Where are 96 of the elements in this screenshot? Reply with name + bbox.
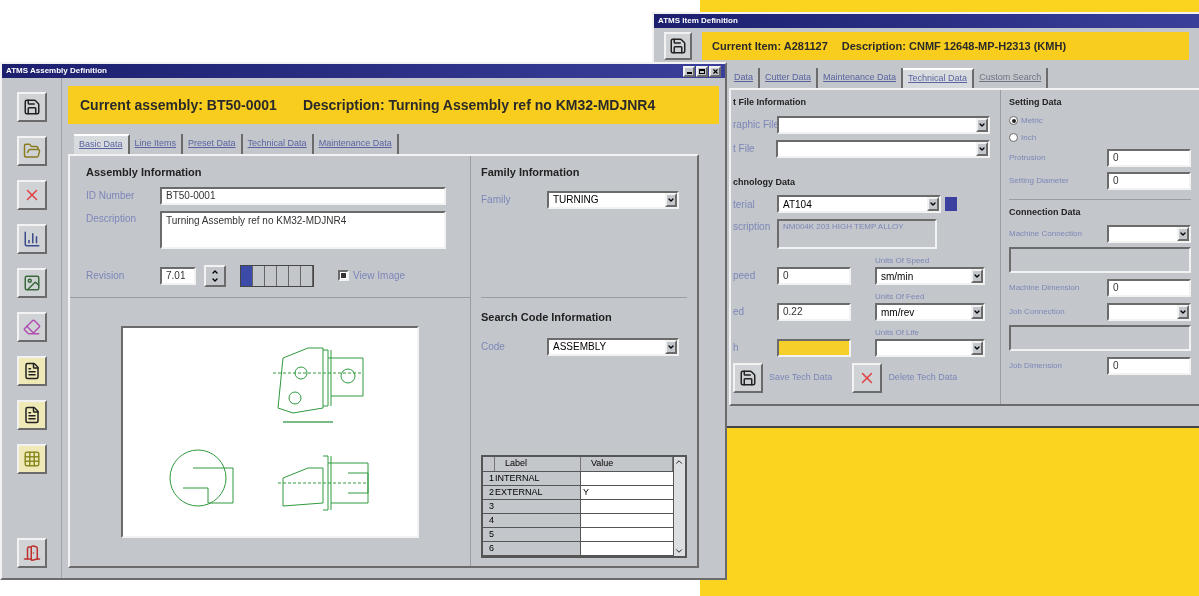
delete-button[interactable] xyxy=(16,180,47,210)
scroll-up-icon[interactable] xyxy=(674,457,684,467)
maximize-icon[interactable] xyxy=(696,65,708,77)
table-cell: INTERNAL xyxy=(495,472,581,485)
section-title: Setting Data xyxy=(1009,96,1063,109)
dropdown[interactable]: TURNING xyxy=(547,190,679,209)
field-label: Description xyxy=(86,211,138,226)
header-description: Description: Turning Assembly ref no KM32-MDJNR4 xyxy=(302,95,656,115)
field-label: terial xyxy=(733,197,756,212)
window-title: ATMS Item Definition xyxy=(658,15,738,27)
table-cell: EXTERNAL xyxy=(495,486,581,499)
input-field[interactable]: 0 xyxy=(777,267,851,285)
dropdown[interactable] xyxy=(875,339,985,357)
dropdown[interactable] xyxy=(1107,225,1191,243)
row-number: 2 xyxy=(483,486,495,499)
tab[interactable]: Basic Data xyxy=(74,134,130,154)
section-title: Family Information xyxy=(481,165,581,180)
field-label: Job Connection xyxy=(1009,306,1065,318)
field-label: h xyxy=(733,341,740,355)
field-label: Family xyxy=(481,193,512,207)
field-label: Setting Diameter xyxy=(1009,174,1069,187)
exit-button[interactable] xyxy=(16,538,47,568)
document-icon xyxy=(22,406,41,424)
radio-button[interactable] xyxy=(1009,133,1018,142)
field-label: Code xyxy=(481,340,506,354)
row-number: 6 xyxy=(483,542,495,555)
dropdown[interactable] xyxy=(776,139,990,158)
radio-button[interactable] xyxy=(1009,116,1018,125)
header-item: Current Item: A281127 xyxy=(712,38,828,54)
row-number: 3 xyxy=(483,500,495,513)
header-description: Description: CNMF 12648-MP-H2313 (KMH) xyxy=(841,38,1067,54)
grid-icon xyxy=(22,450,41,468)
input-field[interactable]: 0 xyxy=(1107,171,1191,190)
input-field[interactable]: 7.01 xyxy=(160,266,196,285)
input-field[interactable] xyxy=(777,339,851,357)
dropdown[interactable]: ASSEMBLY xyxy=(547,337,679,356)
save-button[interactable] xyxy=(16,92,47,122)
document-button[interactable] xyxy=(16,356,47,386)
input-field[interactable]: 0 xyxy=(1107,357,1191,375)
input-field[interactable]: BT50-0001 xyxy=(160,186,446,205)
save-button[interactable] xyxy=(664,32,692,60)
tab[interactable]: Technical Data xyxy=(903,68,975,88)
folder-icon xyxy=(22,142,41,160)
exit-icon xyxy=(22,544,41,562)
document-icon xyxy=(22,362,41,380)
bar-chart-icon xyxy=(22,230,41,248)
close-icon[interactable] xyxy=(709,65,721,77)
section-title: Connection Data xyxy=(1009,205,1082,219)
window-title: ATMS Assembly Definition xyxy=(6,65,107,77)
section-title: Search Code Information xyxy=(481,310,612,323)
dropdown[interactable] xyxy=(1107,303,1191,321)
field-label: Machine Connection xyxy=(1009,228,1082,240)
input-field[interactable]: 0.22 xyxy=(777,303,851,321)
image-icon xyxy=(22,274,41,292)
spinner-icon[interactable] xyxy=(204,264,226,287)
checkbox-label: View Image xyxy=(353,269,406,283)
minimize-icon[interactable] xyxy=(683,65,695,77)
row-number: 4 xyxy=(483,514,495,527)
dropdown[interactable] xyxy=(777,115,990,134)
dropdown[interactable]: AT104 xyxy=(777,195,941,213)
open-button[interactable] xyxy=(16,136,47,166)
row-number: 5 xyxy=(483,528,495,541)
header-assembly: Current assembly: BT50-0001 xyxy=(80,95,277,115)
field-label: Protrusion xyxy=(1009,151,1046,164)
eraser-icon xyxy=(22,318,41,336)
dropdown[interactable]: mm/rev xyxy=(875,303,985,321)
field-label: ID Number xyxy=(86,189,136,203)
description-field[interactable]: Turning Assembly ref no KM32-MDJNR4 xyxy=(160,210,446,249)
section-title: chnology Data xyxy=(733,175,796,189)
color-swatch[interactable] xyxy=(945,197,957,211)
save-button[interactable] xyxy=(733,363,763,393)
delete-button[interactable] xyxy=(852,363,883,393)
section-title: Assembly Information xyxy=(86,165,203,180)
description-field: NM004K 203 HIGH TEMP ALLOY xyxy=(777,219,937,249)
field-label: peed xyxy=(733,269,757,283)
checkbox[interactable] xyxy=(338,270,349,281)
radio-label: Metric xyxy=(1021,114,1043,127)
scrollbar[interactable] xyxy=(673,457,685,556)
input-field[interactable]: 0 xyxy=(1107,279,1191,297)
eraser-button[interactable] xyxy=(16,312,47,342)
column-header: Label xyxy=(495,457,581,471)
field-label: Revision xyxy=(86,269,126,283)
field-label: scription xyxy=(733,220,772,234)
dropdown[interactable]: sm/min xyxy=(875,267,985,285)
image-button[interactable] xyxy=(16,268,47,298)
field-label: Machine Dimension xyxy=(1009,282,1080,294)
input-field[interactable]: 0 xyxy=(1107,148,1191,167)
scroll-down-icon[interactable] xyxy=(674,546,684,556)
field-label: t File xyxy=(733,142,756,156)
chart-button[interactable] xyxy=(16,224,47,254)
section-title: t File Information xyxy=(733,96,807,109)
grid-button[interactable] xyxy=(16,444,47,474)
document-button[interactable] xyxy=(16,400,47,430)
row-number: 1 xyxy=(483,472,495,485)
field-label: ed xyxy=(733,305,746,319)
table-cell-text: Y xyxy=(582,486,590,499)
